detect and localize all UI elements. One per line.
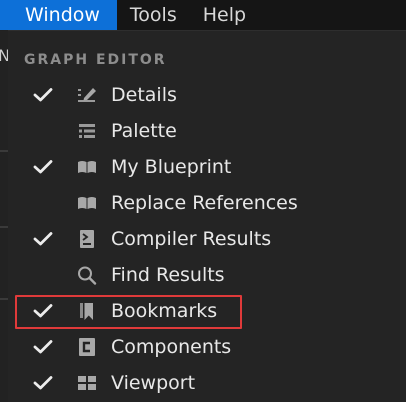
bookmark-icon <box>76 301 98 321</box>
menu-item-label: Bookmarks <box>111 300 218 322</box>
checkmark-icon <box>33 159 53 175</box>
book-icon <box>76 157 98 177</box>
menu-item-label: Palette <box>111 120 177 142</box>
menu-item-compiler-results[interactable]: Compiler Results <box>8 221 406 257</box>
menu-item-details[interactable]: Details <box>8 77 406 113</box>
backdrop-divider <box>0 150 8 152</box>
menu-item-replace-references[interactable]: Replace References <box>8 185 406 221</box>
menu-item-find-results[interactable]: Find Results <box>8 257 406 293</box>
palette-list-icon <box>76 121 98 141</box>
backdrop-partial-text: N <box>0 46 8 65</box>
menu-item-viewport[interactable]: Viewport <box>8 365 406 401</box>
menu-item-components[interactable]: Components <box>8 329 406 365</box>
checkmark-icon <box>33 87 53 103</box>
menu-item-bookmarks[interactable]: Bookmarks <box>8 293 406 329</box>
viewport-icon <box>76 373 98 393</box>
search-icon <box>76 265 98 285</box>
compiler-results-icon <box>76 229 98 249</box>
backdrop-divider <box>0 226 8 228</box>
details-pencil-icon <box>76 85 98 105</box>
app-root: Window Tools Help N GRAPH EDITOR Details <box>0 0 406 402</box>
menu-item-label: My Blueprint <box>111 156 232 178</box>
menu-tools[interactable]: Tools <box>117 0 190 30</box>
menu-item-label: Components <box>111 336 232 358</box>
menu-bar: Window Tools Help <box>0 0 406 30</box>
section-title-graph-editor: GRAPH EDITOR <box>24 52 167 68</box>
menu-item-my-blueprint[interactable]: My Blueprint <box>8 149 406 185</box>
checkmark-icon <box>33 231 53 247</box>
menu-item-label: Replace References <box>111 192 298 214</box>
menu-item-label: Viewport <box>111 372 196 394</box>
book-icon <box>76 193 98 213</box>
components-icon <box>76 337 98 357</box>
window-dropdown-menu: GRAPH EDITOR Details Palette My Blueprin… <box>8 30 406 402</box>
menu-item-palette[interactable]: Palette <box>8 113 406 149</box>
checkmark-icon <box>33 339 53 355</box>
editor-backdrop <box>0 30 8 402</box>
backdrop-divider <box>0 298 8 300</box>
menu-item-label: Compiler Results <box>111 228 272 250</box>
menu-help[interactable]: Help <box>190 0 259 30</box>
checkmark-icon <box>33 375 53 391</box>
checkmark-icon <box>33 303 53 319</box>
menu-window[interactable]: Window <box>0 0 117 30</box>
menu-item-label: Find Results <box>111 264 225 286</box>
menu-item-label: Details <box>111 84 177 106</box>
